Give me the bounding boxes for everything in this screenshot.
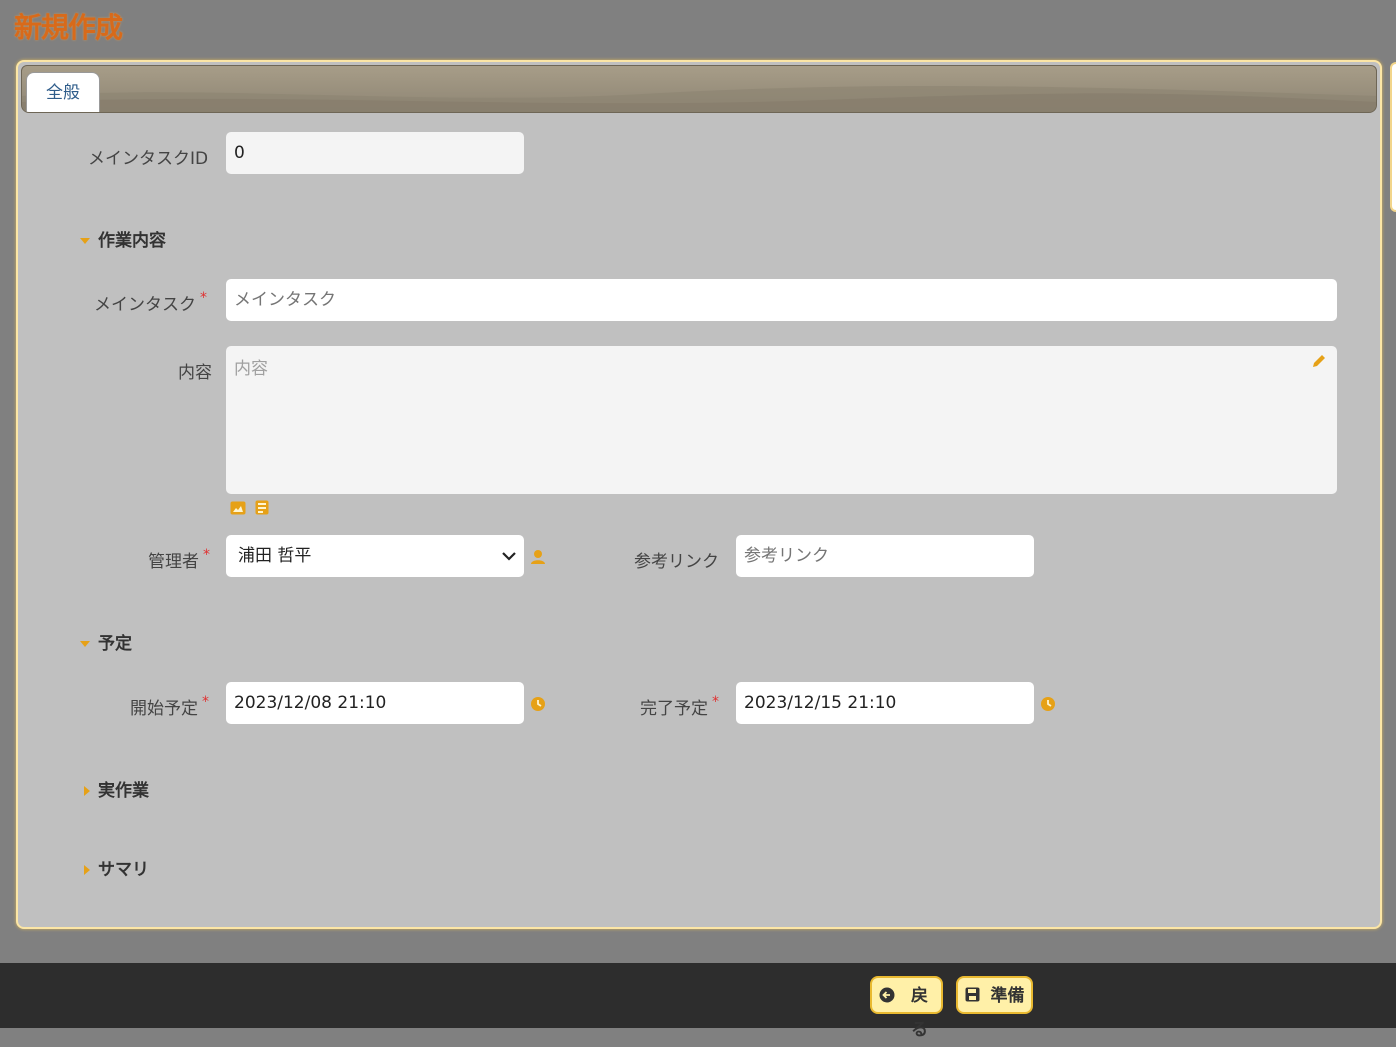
- pencil-icon[interactable]: [1311, 353, 1327, 369]
- side-panel-edge: [1390, 62, 1396, 212]
- main-task-id-field[interactable]: [226, 132, 524, 174]
- section-summary-header[interactable]: サマリ: [84, 855, 149, 880]
- ref-link-input[interactable]: [736, 535, 1034, 577]
- back-arrow-icon: [879, 987, 895, 1003]
- content-textarea[interactable]: 内容: [226, 346, 1337, 494]
- image-icon[interactable]: [230, 501, 246, 515]
- clock-icon[interactable]: [530, 696, 546, 712]
- content-placeholder: 内容: [234, 359, 268, 379]
- main-task-id-label: メインタスクID: [88, 149, 209, 169]
- caret-right-icon: [84, 865, 90, 875]
- tab-general[interactable]: 全般: [26, 72, 100, 112]
- main-task-label: メインタスク *: [94, 290, 207, 315]
- required-mark: *: [202, 694, 209, 710]
- manager-selected-value: 浦田 哲平: [238, 546, 312, 566]
- prepare-button[interactable]: 準備: [956, 976, 1033, 1014]
- section-work-header[interactable]: 作業内容: [80, 226, 166, 251]
- user-icon[interactable]: [530, 549, 546, 565]
- caret-right-icon: [84, 786, 90, 796]
- caret-down-icon: [80, 238, 90, 244]
- manager-select[interactable]: 浦田 哲平: [226, 535, 524, 577]
- section-schedule-title: 予定: [98, 634, 132, 654]
- start-label: 開始予定 *: [130, 694, 209, 719]
- end-label: 完了予定 *: [640, 694, 719, 719]
- content-label: 内容: [178, 363, 212, 383]
- start-datetime-input[interactable]: [226, 682, 524, 724]
- section-summary-title: サマリ: [98, 860, 149, 880]
- footer-bar: [0, 963, 1396, 1028]
- page-title: 新規作成: [14, 11, 123, 44]
- back-button[interactable]: 戻る: [870, 976, 943, 1040]
- caret-down-icon: [80, 641, 90, 647]
- file-icon[interactable]: [255, 500, 269, 515]
- main-task-input[interactable]: [226, 279, 1337, 321]
- ref-link-label: 参考リンク: [634, 552, 719, 572]
- section-actual-header[interactable]: 実作業: [84, 776, 149, 801]
- required-mark: *: [203, 547, 210, 563]
- section-actual-title: 実作業: [98, 781, 149, 801]
- required-mark: *: [712, 694, 719, 710]
- tab-bar: 全般: [21, 65, 1377, 113]
- required-mark: *: [200, 290, 207, 306]
- section-work-title: 作業内容: [98, 231, 166, 251]
- form-panel: 全般 メインタスクID 作業内容 メインタスク* 内容 内容 管理者* 浦田 哲…: [16, 60, 1382, 929]
- prepare-button-label: 準備: [990, 986, 1025, 1006]
- manager-label: 管理者 *: [148, 547, 210, 572]
- manager-label-text: 管理者: [148, 552, 199, 572]
- end-label-text: 完了予定: [640, 699, 708, 719]
- clock-icon[interactable]: [1040, 696, 1056, 712]
- main-task-label-text: メインタスク: [94, 295, 196, 315]
- save-icon: [965, 987, 980, 1002]
- back-button-label: 戻る: [911, 986, 928, 1040]
- start-label-text: 開始予定: [130, 699, 198, 719]
- section-schedule-header[interactable]: 予定: [80, 629, 132, 654]
- chevron-down-icon: [502, 552, 516, 561]
- end-datetime-input[interactable]: [736, 682, 1034, 724]
